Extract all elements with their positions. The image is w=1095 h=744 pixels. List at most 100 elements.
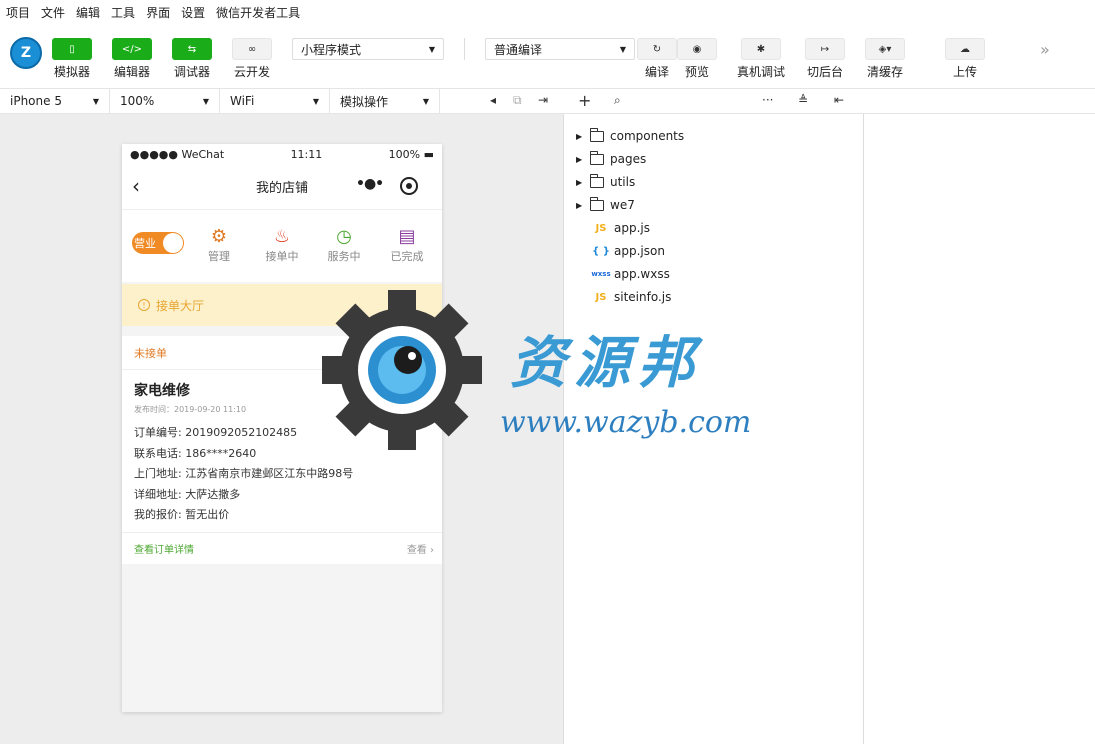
toggle-knob [163,233,183,253]
order-status: 未接单 [122,336,442,370]
tab-manage[interactable]: ⚙ 管理 [194,226,244,264]
network-select[interactable]: WiFi ▼ [220,89,330,113]
tree-item-label: utils [610,175,636,189]
chevron-down-icon: ▼ [202,96,209,106]
collapse-icon[interactable]: ≜ [798,93,808,107]
watermark-title: 资源邦 [510,330,702,396]
tree-item-label: components [610,129,685,143]
split-left-icon[interactable]: ⇤ [834,93,844,107]
operation-value: 模拟操作 [340,94,389,109]
avatar[interactable]: Z [10,37,42,69]
order-card: 未接单 家电维修 发布时间：2019-09-20 11:10 订单编号: 201… [122,336,442,564]
upload-label: 上传 [952,65,977,79]
page-title: 我的店铺 [255,181,308,196]
order-hall-banner[interactable]: ! 接单大厅 [122,284,442,326]
menu-file[interactable]: 文件 [41,4,65,21]
network-value: WiFi [230,94,255,108]
more-dots-icon[interactable]: •●• [356,176,384,192]
editor-button[interactable]: </> 编辑器 [102,38,162,80]
background-button[interactable]: ↦ 切后台 [795,38,855,80]
tree-item-label: app.json [614,244,665,258]
switch-out-icon: ↦ [805,38,845,60]
preview-button[interactable]: ◉ 预览 [667,38,727,80]
search-icon[interactable]: ⌕ [614,93,621,108]
chevron-down-icon: ▼ [428,44,435,54]
target-icon[interactable] [400,177,418,195]
code-icon: </> [112,38,152,60]
menu-tools[interactable]: 工具 [111,4,135,21]
debugger-button[interactable]: ⇆ 调试器 [162,38,222,80]
order-detail-link[interactable]: 查看订单详情 [134,541,194,556]
tree-file-app-json[interactable]: { } app.json [590,241,665,261]
tree-file-siteinfo-js[interactable]: JS siteinfo.js [590,287,672,307]
simulator-label: 模拟器 [53,65,90,79]
receipt-icon: ▤ [398,226,416,247]
battery-icon: ▬ [423,147,434,161]
phone-status-bar: ●●●●● WeChat 11:11 100% ▬ [122,144,442,164]
info-icon: ! [138,299,150,311]
tree-item-label: pages [610,152,647,166]
folder-icon [590,173,604,188]
tree-folder-we7[interactable]: ▶ we7 [576,195,635,215]
tree-folder-utils[interactable]: ▶ utils [576,172,635,192]
phone-screen: ●●●●● WeChat 11:11 100% ▬ ‹ 我的店铺 •●• 营业 … [122,144,442,712]
json-file-icon: { } [592,245,610,257]
chevron-double-right-icon[interactable]: » [1040,40,1050,59]
simulator-button[interactable]: ▯ 模拟器 [42,38,102,80]
caret-right-icon: ▶ [576,154,583,164]
order-detail-address: 详细地址: 大萨达撒多 [134,487,241,501]
speaker-icon[interactable]: ◂ [490,93,496,107]
menu-project[interactable]: 项目 [6,4,30,21]
more-icon[interactable]: ··· [762,93,773,107]
compile-mode-select[interactable]: 普通编译 ▼ [485,38,635,60]
clear-cache-label: 清缓存 [866,65,903,79]
tab-receiving[interactable]: ♨ 接单中 [257,226,307,264]
devtools-window: 项目 文件 编辑 工具 界面 设置 微信开发者工具 Z ▯ 模拟器 </> 编辑… [0,0,1095,744]
real-device-debug-button[interactable]: ✱ 真机调试 [731,38,791,80]
tree-folder-pages[interactable]: ▶ pages [576,149,646,169]
clock-icon: ◷ [336,226,352,247]
main-toolbar: Z ▯ 模拟器 </> 编辑器 ⇆ 调试器 ∞ 云开发 小程序模式 ▼ 普通编译… [0,24,1095,88]
tab-completed[interactable]: ▤ 已完成 [382,226,432,264]
mode-select[interactable]: 小程序模式 ▼ [292,38,444,60]
operation-select[interactable]: 模拟操作 ▼ [330,89,440,113]
upload-button[interactable]: ☁ 上传 [935,38,995,80]
caret-right-icon: ▶ [576,177,583,187]
toolbar-divider [464,38,465,60]
background-label: 切后台 [806,65,843,79]
battery-percent: 100% [388,147,421,161]
zoom-select[interactable]: 100% ▼ [110,89,220,113]
cloud-dev-button[interactable]: ∞ 云开发 [222,38,282,80]
split-right-icon[interactable]: ⇥ [538,93,548,107]
open-status-toggle[interactable]: 营业 [132,232,184,254]
real-device-debug-label: 真机调试 [736,65,785,79]
tab-in-service-label: 服务中 [327,250,361,263]
menu-wechat-devtools[interactable]: 微信开发者工具 [216,4,300,21]
menu-edit[interactable]: 编辑 [76,4,100,21]
editor-panel [864,114,1095,744]
tree-file-app-wxss[interactable]: wxss app.wxss [590,264,670,284]
menu-settings[interactable]: 设置 [181,4,205,21]
add-icon[interactable]: + [578,91,591,110]
view-button[interactable]: 查看 › [407,541,434,556]
menu-view[interactable]: 界面 [146,4,170,21]
tree-file-app-js[interactable]: JS app.js [590,218,650,238]
order-title: 家电维修 [134,383,190,399]
wxss-file-icon: wxss [591,270,611,278]
device-select[interactable]: iPhone 5 ▼ [0,89,110,113]
back-icon[interactable]: ‹ [132,174,140,198]
tree-folder-components[interactable]: ▶ components [576,126,684,146]
folder-icon [590,150,604,165]
order-address: 上门地址: 江苏省南京市建邺区江东中路98号 [134,467,354,480]
window-icon[interactable]: ⧉ [513,93,522,108]
clear-cache-button[interactable]: ◈▾ 清缓存 [855,38,915,80]
tab-in-service[interactable]: ◷ 服务中 [319,226,369,264]
order-time: 发布时间：2019-09-20 11:10 [134,405,247,414]
simulator-panel: ●●●●● WeChat 11:11 100% ▬ ‹ 我的店铺 •●• 营业 … [0,114,564,744]
clock-label: 11:11 [290,147,323,161]
caret-right-icon: ▶ [576,131,583,141]
tab-receiving-label: 接单中 [265,250,299,263]
device-value: iPhone 5 [10,94,62,108]
phone-nav-bar: ‹ 我的店铺 •●• [122,164,442,210]
chevron-down-icon: ▼ [619,44,626,54]
